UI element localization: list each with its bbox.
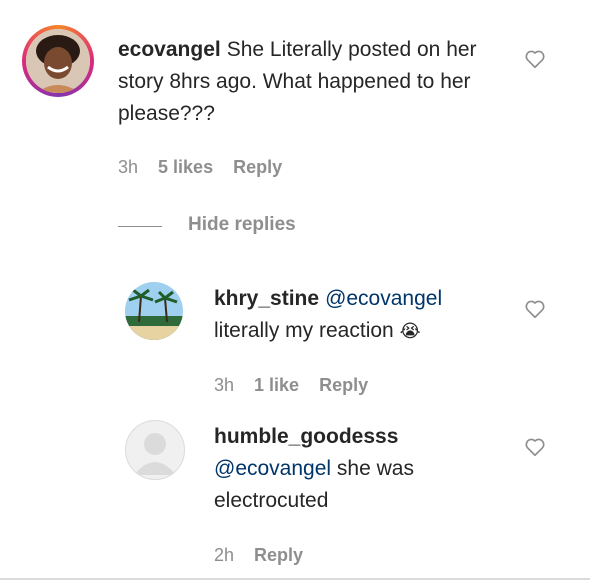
reply-username[interactable]: khry_stine: [214, 287, 319, 310]
like-heart-icon[interactable]: [524, 48, 546, 70]
reply-likes[interactable]: 1 like: [254, 375, 299, 395]
reply-time[interactable]: 2h: [214, 545, 234, 565]
like-heart-icon[interactable]: [524, 436, 546, 458]
reply-humble_goodesss: humble_goodesss @ecovangel she was elect…: [0, 415, 590, 575]
hide-replies-divider: [118, 226, 162, 227]
avatar: [26, 29, 90, 93]
reply-meta: 3h 1 like Reply: [214, 375, 388, 396]
reply-meta: 2h Reply: [214, 545, 323, 566]
comment-time[interactable]: 3h: [118, 157, 138, 177]
hide-replies-label[interactable]: Hide replies: [188, 214, 296, 236]
avatar-photo: [125, 282, 183, 340]
avatar[interactable]: [125, 420, 185, 480]
reply-text: literally my reaction: [214, 319, 394, 342]
comment-reply-button[interactable]: Reply: [233, 157, 282, 177]
reply-khry_stine: khry_stine @ecovangel literally my reacti…: [0, 270, 590, 410]
comment-ecovangel: ecovangel She Literally posted on her sto…: [0, 0, 590, 200]
reply-mention[interactable]: @ecovangel: [325, 287, 442, 310]
reply-time[interactable]: 3h: [214, 375, 234, 395]
avatar[interactable]: [125, 282, 183, 340]
reply-mention[interactable]: @ecovangel: [214, 457, 331, 480]
comment-meta: 3h 5 likes Reply: [118, 157, 302, 178]
reply-body: khry_stine @ecovangel literally my reacti…: [214, 283, 504, 347]
reply-body: humble_goodesss @ecovangel she was elect…: [214, 421, 504, 517]
crying-emoji-icon: 😭: [399, 321, 421, 341]
comment-username[interactable]: ecovangel: [118, 38, 221, 61]
comment-likes[interactable]: 5 likes: [158, 157, 213, 177]
reply-username[interactable]: humble_goodesss: [214, 425, 398, 448]
reply-button[interactable]: Reply: [254, 545, 303, 565]
like-heart-icon[interactable]: [524, 298, 546, 320]
avatar-photo: [26, 29, 90, 93]
divider: [0, 578, 590, 580]
default-avatar-icon: [134, 433, 176, 475]
comment-body: ecovangel She Literally posted on her sto…: [118, 34, 508, 130]
avatar-ring[interactable]: [22, 25, 94, 97]
reply-button[interactable]: Reply: [319, 375, 368, 395]
